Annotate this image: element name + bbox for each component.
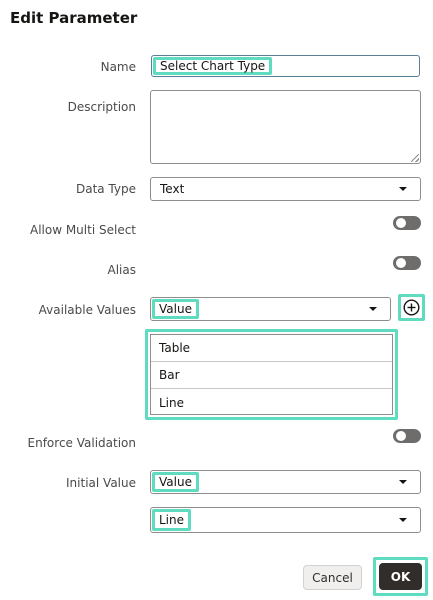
enforce-validation-toggle[interactable] <box>393 429 421 443</box>
cancel-button[interactable]: Cancel <box>303 565 362 590</box>
dialog-title: Edit Parameter <box>10 9 138 27</box>
initial-value-highlight: Line <box>152 509 192 531</box>
allow-multi-select-toggle[interactable] <box>393 216 421 230</box>
ok-button-highlight: OK <box>373 557 428 596</box>
available-values-list-highlight: Table Bar Line <box>145 329 398 420</box>
alias-toggle[interactable] <box>393 256 421 270</box>
initial-value-value: Line <box>159 513 185 527</box>
data-type-select[interactable]: Text <box>150 177 421 201</box>
available-values-list: Table Bar Line <box>150 334 393 415</box>
available-values-label: Available Values <box>38 303 136 317</box>
add-value-button[interactable] <box>398 294 425 321</box>
available-values-select[interactable]: Value <box>150 297 391 321</box>
enforce-validation-label: Enforce Validation <box>27 436 136 450</box>
available-values-value: Value <box>159 302 192 316</box>
alias-label: Alias <box>107 263 136 277</box>
data-type-label: Data Type <box>75 182 136 196</box>
name-input-value: Select Chart Type <box>160 59 266 73</box>
initial-value-label: Initial Value <box>66 476 136 490</box>
resize-grip-icon[interactable] <box>411 154 419 162</box>
edit-parameter-dialog: Edit Parameter Name Select Chart Type De… <box>0 0 433 600</box>
description-label: Description <box>67 100 136 114</box>
chevron-down-icon <box>399 518 407 522</box>
initial-value-select[interactable]: Line <box>150 507 421 533</box>
toggle-knob <box>396 431 406 441</box>
data-type-value: Text <box>160 182 185 196</box>
toggle-knob <box>396 218 406 228</box>
name-input-value-highlight: Select Chart Type <box>153 57 273 75</box>
initial-value-type-highlight: Value <box>152 472 199 492</box>
initial-value-type-value: Value <box>159 475 192 489</box>
list-item[interactable]: Bar <box>151 362 392 389</box>
available-values-highlight: Value <box>152 299 199 319</box>
ok-button[interactable]: OK <box>379 563 422 590</box>
chevron-down-icon <box>399 480 407 484</box>
list-item[interactable]: Table <box>151 335 392 362</box>
chevron-down-icon <box>399 187 407 191</box>
plus-circle-icon <box>403 299 420 316</box>
initial-value-type-select[interactable]: Value <box>150 470 421 494</box>
allow-multi-select-label: Allow Multi Select <box>29 223 136 237</box>
description-textarea[interactable] <box>150 90 421 164</box>
list-item[interactable]: Line <box>151 389 392 416</box>
chevron-down-icon <box>369 307 377 311</box>
name-input[interactable]: Select Chart Type <box>151 55 420 77</box>
name-label: Name <box>100 60 136 74</box>
toggle-knob <box>396 258 406 268</box>
